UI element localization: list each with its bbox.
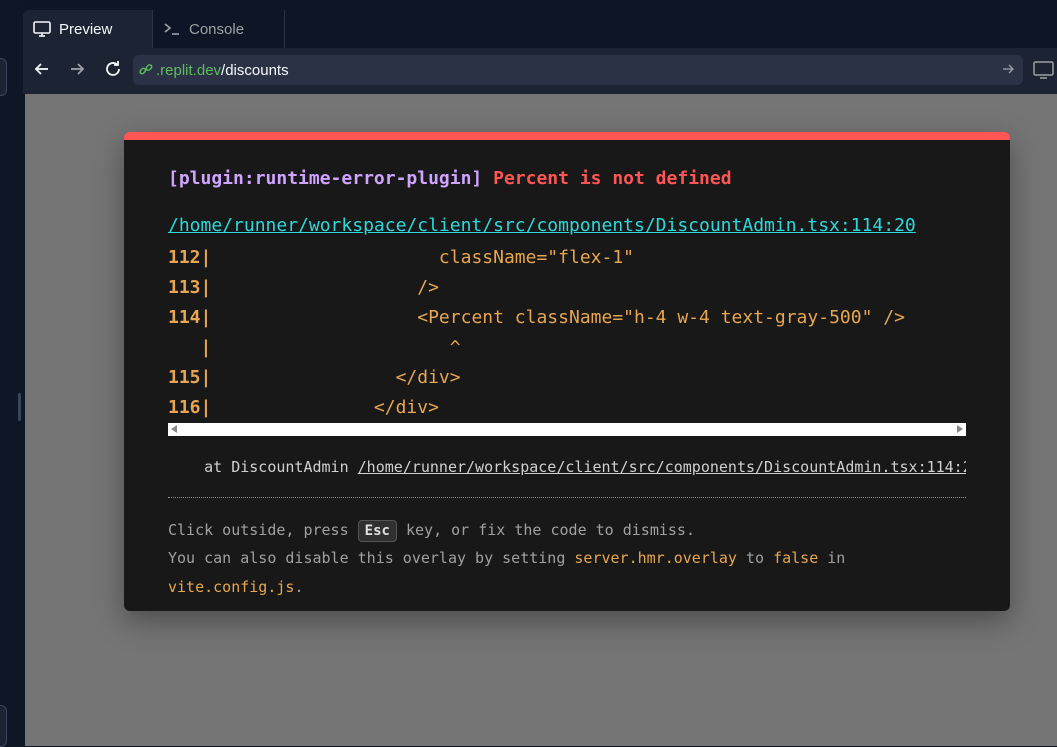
horizontal-scrollbar[interactable] — [168, 423, 966, 436]
tab-preview-label: Preview — [59, 20, 113, 38]
error-overlay: [plugin:runtime-error-plugin] Percent is… — [124, 132, 1010, 611]
monitor-icon — [33, 21, 51, 37]
arrow-right-icon — [1001, 63, 1015, 80]
left-sidebar — [0, 0, 23, 747]
error-message: [plugin:runtime-error-plugin] Percent is… — [168, 168, 732, 189]
stack-trace: at DiscountAdmin /home/runner/workspace/… — [168, 458, 966, 476]
code-line: 115| </div> — [168, 367, 461, 388]
monitor-icon — [1033, 61, 1055, 83]
tab-console-label: Console — [189, 20, 245, 38]
scroll-right-icon[interactable] — [957, 425, 963, 433]
code-line: 116| </div> — [168, 397, 439, 418]
open-url-button[interactable] — [1001, 62, 1015, 80]
arrow-left-icon — [34, 61, 50, 82]
resize-handle[interactable] — [18, 393, 21, 421]
back-button[interactable] — [31, 60, 53, 82]
stack-prefix: at DiscountAdmin — [168, 458, 358, 476]
dismiss-tip: Click outside, press Esc key, or fix the… — [168, 520, 695, 542]
tab-preview[interactable]: Preview — [23, 10, 153, 48]
refresh-icon — [104, 60, 122, 83]
sidebar-collapse-handle[interactable] — [0, 58, 7, 96]
disable-tip: You can also disable this overlay by set… — [168, 549, 846, 567]
code-line: 113| /> — [168, 277, 439, 298]
tab-bar: Preview Console — [23, 10, 1057, 49]
esc-key: Esc — [357, 520, 397, 542]
url-bar[interactable]: .replit.dev/discounts — [133, 55, 1023, 85]
devtools-button[interactable] — [1033, 61, 1055, 84]
link-icon — [139, 63, 153, 77]
reload-button[interactable] — [102, 60, 124, 82]
url-path: /discounts — [221, 61, 289, 79]
forward-button[interactable] — [66, 60, 88, 82]
scroll-left-icon[interactable] — [171, 425, 177, 433]
terminal-icon — [163, 21, 181, 37]
arrow-right-icon — [69, 61, 85, 82]
sidebar-bottom-handle[interactable] — [0, 705, 7, 747]
code-line: | ^ — [168, 337, 461, 358]
code-frame: 112| className="flex-1" 113| /> 114| <Pe… — [168, 243, 966, 423]
code-line: 112| className="flex-1" — [168, 247, 634, 268]
error-file-link[interactable]: /home/runner/workspace/client/src/compon… — [168, 215, 916, 236]
preview-edge — [23, 94, 25, 746]
error-text: Percent is not defined — [493, 168, 732, 189]
url-host: .replit.dev — [156, 61, 222, 79]
config-tip: vite.config.js. — [168, 578, 304, 596]
plugin-name: [plugin:runtime-error-plugin] — [168, 168, 483, 189]
tab-console[interactable]: Console — [153, 10, 285, 48]
browser-toolbar: .replit.dev/discounts — [23, 48, 1057, 94]
code-line: 114| <Percent className="h-4 w-4 text-gr… — [168, 307, 905, 328]
stack-file-link[interactable]: /home/runner/workspace/client/src/compon… — [358, 458, 966, 476]
divider — [168, 497, 966, 498]
